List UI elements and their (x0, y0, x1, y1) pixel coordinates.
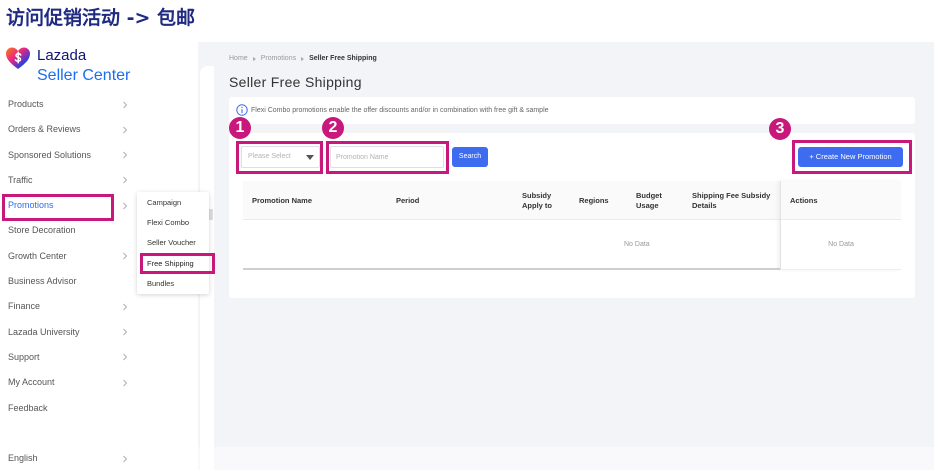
step-marker-3: 3 (769, 118, 791, 140)
sidebar-item-label: Lazada University (8, 326, 80, 337)
chevron-right-icon (123, 328, 128, 336)
chevron-right-icon (123, 252, 128, 260)
lazada-logo-icon[interactable] (5, 46, 31, 70)
submenu-item-campaign[interactable]: Campaign (137, 193, 209, 213)
chevron-right-icon (123, 303, 128, 311)
sidebar-item-label: Sponsored Solutions (8, 149, 92, 160)
empty-state-text: No Data (624, 241, 650, 248)
sidebar-item-label: Store Decoration (8, 225, 76, 236)
submenu-item-seller-voucher[interactable]: Seller Voucher (137, 233, 209, 253)
sidebar-item-finance[interactable]: Finance (0, 294, 136, 319)
sidebar-item-my-account[interactable]: My Account (0, 370, 136, 395)
sidebar-item-label: Support (8, 351, 40, 362)
logo-product-text: Seller Center (37, 67, 131, 84)
chevron-right-icon (123, 379, 128, 387)
info-icon (236, 104, 248, 116)
sidebar-item-lazada-university[interactable]: Lazada University (0, 320, 136, 345)
submenu-item-flexi-combo[interactable]: Flexi Combo (137, 213, 209, 233)
sidebar-item-orders-reviews[interactable]: Orders & Reviews (0, 117, 136, 142)
sidebar-item-label: Products (8, 99, 44, 109)
chevron-right-icon (123, 126, 128, 134)
breadcrumb-current: Seller Free Shipping (309, 55, 377, 62)
sidebar-item-label: Orders & Reviews (8, 124, 81, 135)
column-header-promotion-name: Promotion Name (252, 195, 313, 205)
breadcrumb: Home Promotions Seller Free Shipping (229, 54, 377, 63)
breadcrumb-separator-icon (252, 56, 256, 61)
sidebar-item-support[interactable]: Support (0, 345, 136, 370)
annotation-highlight-name-input (326, 141, 449, 174)
chevron-right-icon (123, 101, 128, 108)
language-label: English (8, 453, 38, 463)
horizontal-scrollbar[interactable] (243, 268, 780, 270)
sidebar-item-label: Growth Center (8, 250, 67, 261)
main-footer-area (198, 447, 934, 470)
sidebar-item-feedback[interactable]: Feedback (0, 396, 136, 421)
chevron-right-icon (123, 354, 128, 361)
sidebar-item-sponsored-solutions[interactable]: Sponsored Solutions (0, 143, 136, 168)
column-header-period: Period (396, 195, 420, 205)
sidebar-item-traffic[interactable]: Traffic (0, 168, 136, 193)
promotions-submenu: Campaign Flexi Combo Seller Voucher Free… (137, 192, 209, 294)
annotation-highlight-create-button (792, 140, 912, 174)
column-header-budget-usage: Budget Usage (636, 190, 662, 210)
sidebar-item-products[interactable]: Products (0, 92, 136, 117)
chevron-right-icon (123, 202, 128, 210)
chevron-right-icon (123, 177, 128, 184)
submenu-item-bundles[interactable]: Bundles (137, 274, 209, 294)
column-header-subsidy-apply-to: Subsidy Apply to (522, 190, 552, 210)
chevron-right-icon (123, 455, 128, 462)
annotation-highlight-promotions (2, 194, 114, 221)
breadcrumb-promotions[interactable]: Promotions (261, 54, 296, 63)
sidebar-item-store-decoration[interactable]: Store Decoration (0, 218, 136, 243)
annotation-highlight-status-select (236, 141, 323, 174)
info-text: Flexi Combo promotions enable the offer … (251, 107, 549, 114)
step-marker-1: 1 (229, 117, 251, 139)
breadcrumb-separator-icon (301, 56, 305, 61)
step-marker-2: 2 (322, 117, 344, 139)
promotions-table: Promotion Name Period Subsidy Apply to R… (243, 181, 901, 271)
sidebar-item-label: My Account (8, 377, 55, 388)
breadcrumb-home[interactable]: Home (229, 54, 248, 63)
sidebar-item-business-advisor[interactable]: Business Advisor (0, 269, 136, 294)
column-header-regions: Regions (579, 195, 609, 205)
logo-brand-text: Lazada (37, 47, 87, 64)
sidebar-item-label: Feedback (8, 402, 48, 413)
annotation-highlight-free-shipping (140, 253, 215, 274)
actions-column: Actions No Data (780, 181, 901, 270)
page-title: Seller Free Shipping (229, 74, 362, 90)
column-header-actions: Actions (781, 181, 901, 220)
annotation-caption: 访问促销活动 -> 包邮 (6, 7, 196, 29)
sidebar-item-growth-center[interactable]: Growth Center (0, 244, 136, 269)
language-selector[interactable]: English (0, 446, 136, 470)
sidebar-footer: English (0, 446, 136, 470)
sidebar-item-label: Business Advisor (8, 276, 77, 287)
search-button[interactable]: Search (452, 147, 488, 167)
sidebar-item-label: Finance (8, 301, 41, 312)
chevron-right-icon (123, 151, 128, 159)
actions-empty-text: No Data (828, 241, 854, 248)
sidebar-nav: Products Orders & Reviews Sponsored Solu… (0, 92, 136, 421)
column-header-shipping-fee-subsidy-details: Shipping Fee Subsidy Details (692, 190, 771, 210)
sidebar-item-label: Traffic (8, 174, 33, 185)
